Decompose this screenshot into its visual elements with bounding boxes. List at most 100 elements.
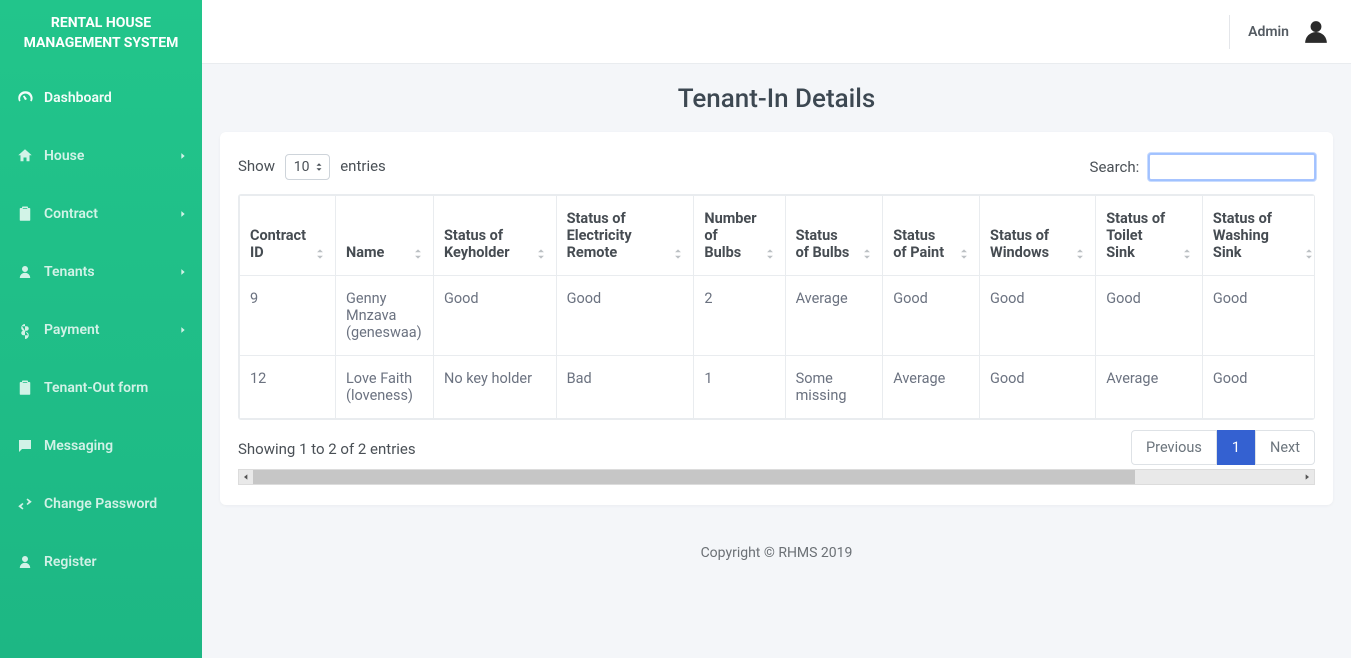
col-paint[interactable]: Status of Paint (883, 196, 980, 276)
col-num-bulbs[interactable]: Number of Bulbs (694, 196, 785, 276)
cell-contract-id: 9 (240, 276, 336, 356)
col-keyholder[interactable]: Status of Keyholder (434, 196, 557, 276)
horizontal-scrollbar[interactable] (238, 469, 1315, 485)
cell-name: Love Faith (loveness) (336, 356, 434, 419)
table-row: 9 Genny Mnzava (geneswaa) Good Good 2 Av… (240, 276, 1316, 356)
sidebar-item-payment[interactable]: Payment (0, 301, 202, 359)
topbar-divider (1229, 15, 1230, 49)
length-select[interactable]: 10 (285, 154, 331, 180)
sort-icon (671, 247, 685, 261)
cell-keyholder: No key holder (434, 356, 557, 419)
length-control: Show 10 entries (238, 154, 386, 180)
user-icon (16, 263, 34, 281)
chevron-right-icon (178, 209, 188, 219)
sidebar: RENTAL HOUSE MANAGEMENT SYSTEM Dashboard… (0, 0, 202, 658)
home-icon (16, 147, 34, 165)
clipboard-icon (16, 205, 34, 223)
paginate-next[interactable]: Next (1255, 430, 1315, 465)
page-title: Tenant-In Details (202, 84, 1351, 114)
updown-icon (314, 162, 324, 172)
col-contract-id[interactable]: Contract ID (240, 196, 336, 276)
col-windows[interactable]: Status of Windows (980, 196, 1096, 276)
cell-washing-sink: Good (1202, 276, 1315, 356)
cell-toilet-sink: Good (1096, 276, 1203, 356)
footer-copyright: Copyright © RHMS 2019 (202, 505, 1351, 581)
length-prefix: Show (238, 157, 275, 175)
sidebar-item-label: House (44, 148, 84, 164)
sort-icon (1073, 247, 1087, 261)
exchange-icon (16, 495, 34, 513)
cell-keyholder: Good (434, 276, 557, 356)
table-info: Showing 1 to 2 of 2 entries (238, 430, 416, 458)
sidebar-item-label: Tenants (44, 264, 95, 280)
cell-toilet-sink: Average (1096, 356, 1203, 419)
length-value: 10 (294, 159, 310, 175)
sort-icon (860, 247, 874, 261)
sidebar-item-label: Change Password (44, 496, 157, 512)
col-elec-remote[interactable]: Status of Electricity Remote (556, 196, 694, 276)
cell-bulbs: Average (785, 276, 883, 356)
sidebar-item-label: Contract (44, 206, 98, 222)
sidebar-item-label: Messaging (44, 438, 113, 454)
cell-elec-remote: Good (556, 276, 694, 356)
sidebar-item-dashboard[interactable]: Dashboard (0, 69, 202, 127)
avatar-icon[interactable] (1303, 19, 1329, 45)
chevron-right-icon (178, 267, 188, 277)
sidebar-item-label: Tenant-Out form (44, 380, 148, 396)
sidebar-item-house[interactable]: House (0, 127, 202, 185)
datatable-card: Show 10 entries Search: (220, 132, 1333, 505)
sidebar-item-label: Register (44, 554, 97, 570)
cell-num-bulbs: 2 (694, 276, 785, 356)
table-scroll: Contract ID Name Status of Keyholder (238, 194, 1315, 420)
scroll-thumb[interactable] (253, 470, 1135, 484)
search-control: Search: (1090, 154, 1315, 180)
sidebar-item-contract[interactable]: Contract (0, 185, 202, 243)
length-suffix: entries (340, 157, 386, 175)
sort-icon (763, 247, 777, 261)
sidebar-nav: Dashboard House Contract Tenants Payment (0, 69, 202, 591)
dollar-icon (16, 321, 34, 339)
col-bulbs[interactable]: Status of Bulbs (785, 196, 883, 276)
scroll-left-arrow[interactable] (239, 470, 253, 484)
sidebar-item-register[interactable]: Register (0, 533, 202, 591)
sort-icon (957, 247, 971, 261)
col-name[interactable]: Name (336, 196, 434, 276)
sidebar-item-tenant-out[interactable]: Tenant-Out form (0, 359, 202, 417)
chat-icon (16, 437, 34, 455)
scroll-right-arrow[interactable] (1300, 470, 1314, 484)
sidebar-item-messaging[interactable]: Messaging (0, 417, 202, 475)
cell-bulbs: Some missing (785, 356, 883, 419)
cell-num-bulbs: 1 (694, 356, 785, 419)
sidebar-item-change-password[interactable]: Change Password (0, 475, 202, 533)
topbar: Admin (202, 0, 1351, 64)
sidebar-item-label: Dashboard (44, 90, 112, 106)
cell-contract-id: 12 (240, 356, 336, 419)
cell-paint: Good (883, 276, 980, 356)
sidebar-item-label: Payment (44, 322, 100, 338)
sort-icon (1180, 247, 1194, 261)
col-washing-sink[interactable]: Status of Washing Sink (1202, 196, 1315, 276)
pagination: Previous 1 Next (1131, 430, 1315, 465)
chevron-right-icon (178, 325, 188, 335)
main-area: Admin Tenant-In Details Show 10 entries … (202, 0, 1351, 658)
search-input[interactable] (1149, 154, 1315, 180)
sort-icon (534, 247, 548, 261)
paginate-page-1[interactable]: 1 (1217, 430, 1255, 465)
brand-title: RENTAL HOUSE MANAGEMENT SYSTEM (0, 0, 202, 69)
cell-name: Genny Mnzava (geneswaa) (336, 276, 434, 356)
sort-icon (1302, 247, 1315, 261)
cell-washing-sink: Good (1202, 356, 1315, 419)
sort-icon (411, 247, 425, 261)
clipboard-icon (16, 379, 34, 397)
tachometer-icon (16, 89, 34, 107)
paginate-prev[interactable]: Previous (1131, 430, 1217, 465)
cell-windows: Good (980, 276, 1096, 356)
search-label: Search: (1090, 158, 1140, 176)
table-row: 12 Love Faith (loveness) No key holder B… (240, 356, 1316, 419)
cell-paint: Average (883, 356, 980, 419)
col-toilet-sink[interactable]: Status of Toilet Sink (1096, 196, 1203, 276)
sidebar-item-tenants[interactable]: Tenants (0, 243, 202, 301)
cell-elec-remote: Bad (556, 356, 694, 419)
user-icon (16, 553, 34, 571)
topbar-user-label[interactable]: Admin (1248, 24, 1289, 40)
